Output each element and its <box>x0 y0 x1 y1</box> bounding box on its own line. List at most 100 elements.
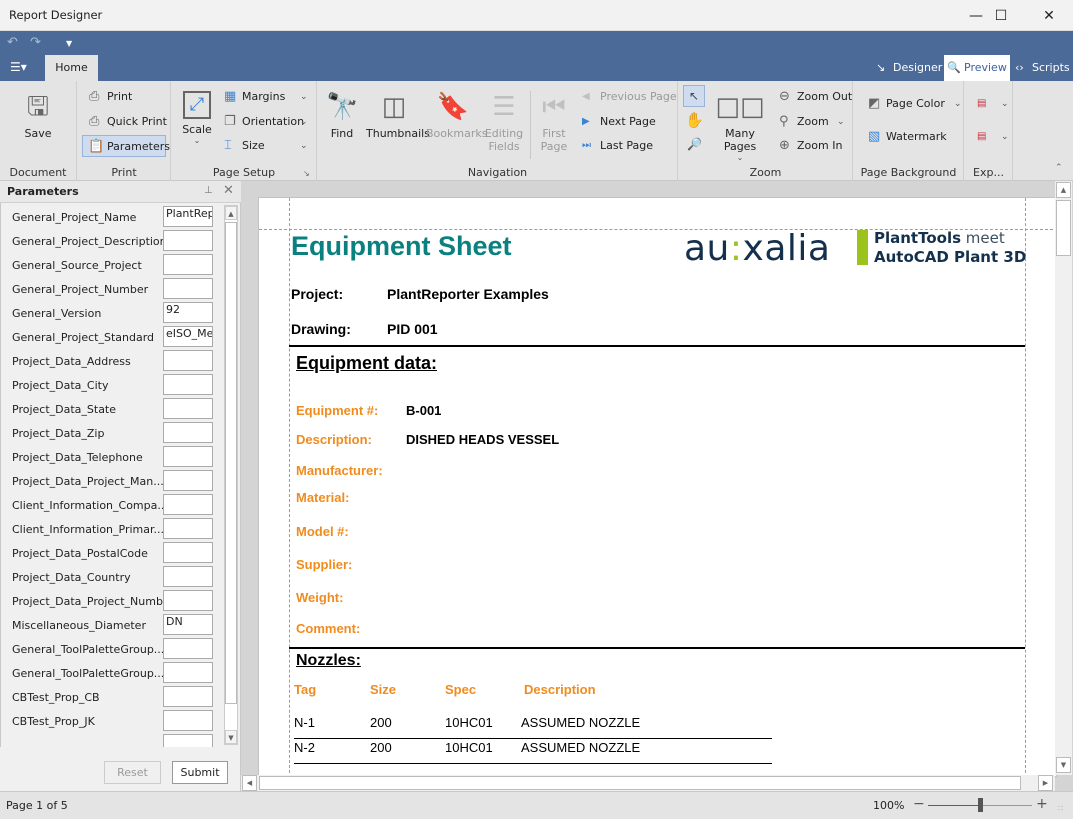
redo-icon[interactable]: ↷ <box>30 35 41 50</box>
many-pages-button[interactable]: □□ Many Pages ⌄ <box>709 91 771 162</box>
parameter-input[interactable] <box>163 494 213 515</box>
parameter-input[interactable] <box>163 398 213 419</box>
parameter-input[interactable] <box>163 470 213 491</box>
first-page-button[interactable]: ⏮ First Page <box>536 91 572 153</box>
zoom-out-button[interactable]: ⊖ Zoom Out <box>777 86 852 108</box>
thumbnails-icon: ◫ <box>381 92 407 122</box>
chevron-down-icon: ⌄ <box>193 136 201 145</box>
scale-button[interactable]: ⤢ Scale ⌄ <box>178 91 216 145</box>
document-vertical-scrollbar[interactable]: ▲ ▼ <box>1055 181 1072 775</box>
parameter-input[interactable] <box>163 566 213 587</box>
dropdown-icon[interactable]: ▼ <box>66 39 72 48</box>
scale-label: Scale <box>182 123 212 136</box>
bookmarks-button[interactable]: 🔖 Bookmarks <box>426 91 487 140</box>
orientation-button[interactable]: ❐ Orientation ⌄ <box>222 111 310 133</box>
scrollbar-thumb[interactable] <box>225 222 237 704</box>
scrollbar-thumb[interactable] <box>259 776 1021 790</box>
parameter-row: Project_Data_Project_Number <box>1 589 222 613</box>
scroll-up-icon[interactable]: ▲ <box>225 206 237 220</box>
parameter-input[interactable]: DN <box>163 614 213 635</box>
quick-print-icon: ⎙ <box>89 114 100 129</box>
collapse-ribbon-icon[interactable]: ⌃ <box>1055 163 1063 173</box>
scroll-up-icon[interactable]: ▲ <box>1056 182 1071 198</box>
parameter-input[interactable] <box>163 542 213 563</box>
scroll-down-icon[interactable]: ▼ <box>1056 757 1071 773</box>
close-button[interactable]: ✕ <box>1026 0 1072 31</box>
parameter-input[interactable]: PlantRep <box>163 206 213 227</box>
parameter-input[interactable] <box>163 710 213 731</box>
scrollbar-thumb[interactable] <box>1056 200 1071 256</box>
thumbnails-button[interactable]: ◫ Thumbnails <box>366 91 430 140</box>
tab-preview[interactable]: 🔍 Preview <box>944 55 1010 81</box>
tab-home[interactable]: Home <box>45 55 98 81</box>
parameter-input[interactable] <box>163 230 213 251</box>
previous-icon: ◀ <box>582 91 590 102</box>
dialog-launcher-icon[interactable]: ↘ <box>303 169 310 178</box>
parameter-input[interactable]: eISO_Me <box>163 326 213 347</box>
parameter-input[interactable] <box>163 590 213 611</box>
scroll-down-icon[interactable]: ▼ <box>225 730 237 744</box>
table-cell: N-2 <box>294 740 315 755</box>
parameter-input[interactable] <box>163 638 213 659</box>
quick-print-button[interactable]: ⎙ Quick Print <box>87 111 167 133</box>
parameter-input[interactable] <box>163 254 213 275</box>
designer-icon: ↘ <box>876 61 886 74</box>
send-pdf-button[interactable]: ▤ ⌄ <box>975 126 1011 148</box>
zoom-slider-thumb[interactable] <box>978 798 983 812</box>
editing-fields-icon: ☰ <box>492 92 516 122</box>
title-bar: Report Designer — ☐ ✕ <box>0 0 1073 31</box>
pointer-tool-button[interactable]: ↖ <box>683 85 705 107</box>
maximize-button[interactable]: ☐ <box>978 0 1024 31</box>
parameter-label: Project_Data_Project_Number <box>12 595 175 608</box>
parameter-row: Project_Data_Address <box>1 349 222 373</box>
magnifier-tool-button[interactable]: 🔎 <box>687 137 702 151</box>
document-horizontal-scrollbar[interactable]: ◀ ▶ <box>241 775 1055 791</box>
zoom-button[interactable]: ⚲ Zoom ⌄ <box>777 111 847 133</box>
margins-button[interactable]: ▦ Margins ⌄ <box>222 86 310 108</box>
many-pages-label: Many Pages <box>723 127 757 153</box>
watermark-button[interactable]: ▧ Watermark <box>866 126 947 148</box>
save-button[interactable]: 🖫 Save <box>16 91 60 140</box>
parameter-input[interactable] <box>163 518 213 539</box>
parameter-input[interactable] <box>163 422 213 443</box>
parameter-input[interactable] <box>163 374 213 395</box>
close-icon[interactable]: ✕ <box>223 183 234 198</box>
reset-button[interactable]: Reset <box>104 761 161 784</box>
parameter-input[interactable] <box>163 662 213 683</box>
tab-designer[interactable]: ↘ Designer <box>873 55 943 81</box>
editing-fields-button[interactable]: ☰ Editing Fields <box>483 91 525 153</box>
next-page-button[interactable]: ▶ Next Page <box>580 111 656 133</box>
parameter-input[interactable] <box>163 446 213 467</box>
parameter-input[interactable] <box>163 278 213 299</box>
undo-icon[interactable]: ↶ <box>7 35 18 50</box>
last-page-button[interactable]: ⏭ Last Page <box>580 135 653 157</box>
zoom-in-button[interactable]: ⊕ Zoom In <box>777 135 842 157</box>
file-menu-icon[interactable]: ☰▾ <box>10 60 27 74</box>
parameter-input[interactable] <box>163 734 213 747</box>
scroll-left-icon[interactable]: ◀ <box>242 775 257 791</box>
tab-scripts[interactable]: ‹› Scripts <box>1012 55 1073 81</box>
size-button[interactable]: ⌶ Size ⌄ <box>222 135 310 157</box>
hand-tool-button[interactable]: ✋ <box>685 111 704 129</box>
export-pdf-button[interactable]: ▤ ⌄ <box>975 93 1011 115</box>
zoom-in-icon[interactable]: + <box>1036 796 1048 812</box>
page-color-button[interactable]: ◩ Page Color ⌄ <box>866 93 962 115</box>
scroll-right-icon[interactable]: ▶ <box>1038 775 1053 791</box>
zoom-in-icon: ⊕ <box>779 138 790 153</box>
parameters-scrollbar[interactable]: ▲ ▼ <box>224 205 238 745</box>
row-divider <box>294 763 772 764</box>
find-button[interactable]: 🔭 Find <box>326 91 358 140</box>
editing-fields-label-1: Editing <box>484 127 524 140</box>
parameter-input[interactable] <box>163 350 213 371</box>
pin-icon[interactable]: ⊥ <box>204 185 213 196</box>
parameter-input[interactable] <box>163 686 213 707</box>
next-page-label: Next Page <box>600 115 656 128</box>
print-button[interactable]: ⎙ Print <box>87 86 132 108</box>
page-size-icon: ⌶ <box>224 138 232 153</box>
zoom-out-icon[interactable]: − <box>913 796 925 812</box>
previous-page-button[interactable]: ◀ Previous Page <box>580 86 677 108</box>
submit-button[interactable]: Submit <box>172 761 228 784</box>
parameter-input[interactable]: 92 <box>163 302 213 323</box>
parameters-button[interactable]: 📋 Parameters <box>82 135 170 157</box>
resize-grip-icon[interactable]: ∷ <box>1058 804 1063 813</box>
